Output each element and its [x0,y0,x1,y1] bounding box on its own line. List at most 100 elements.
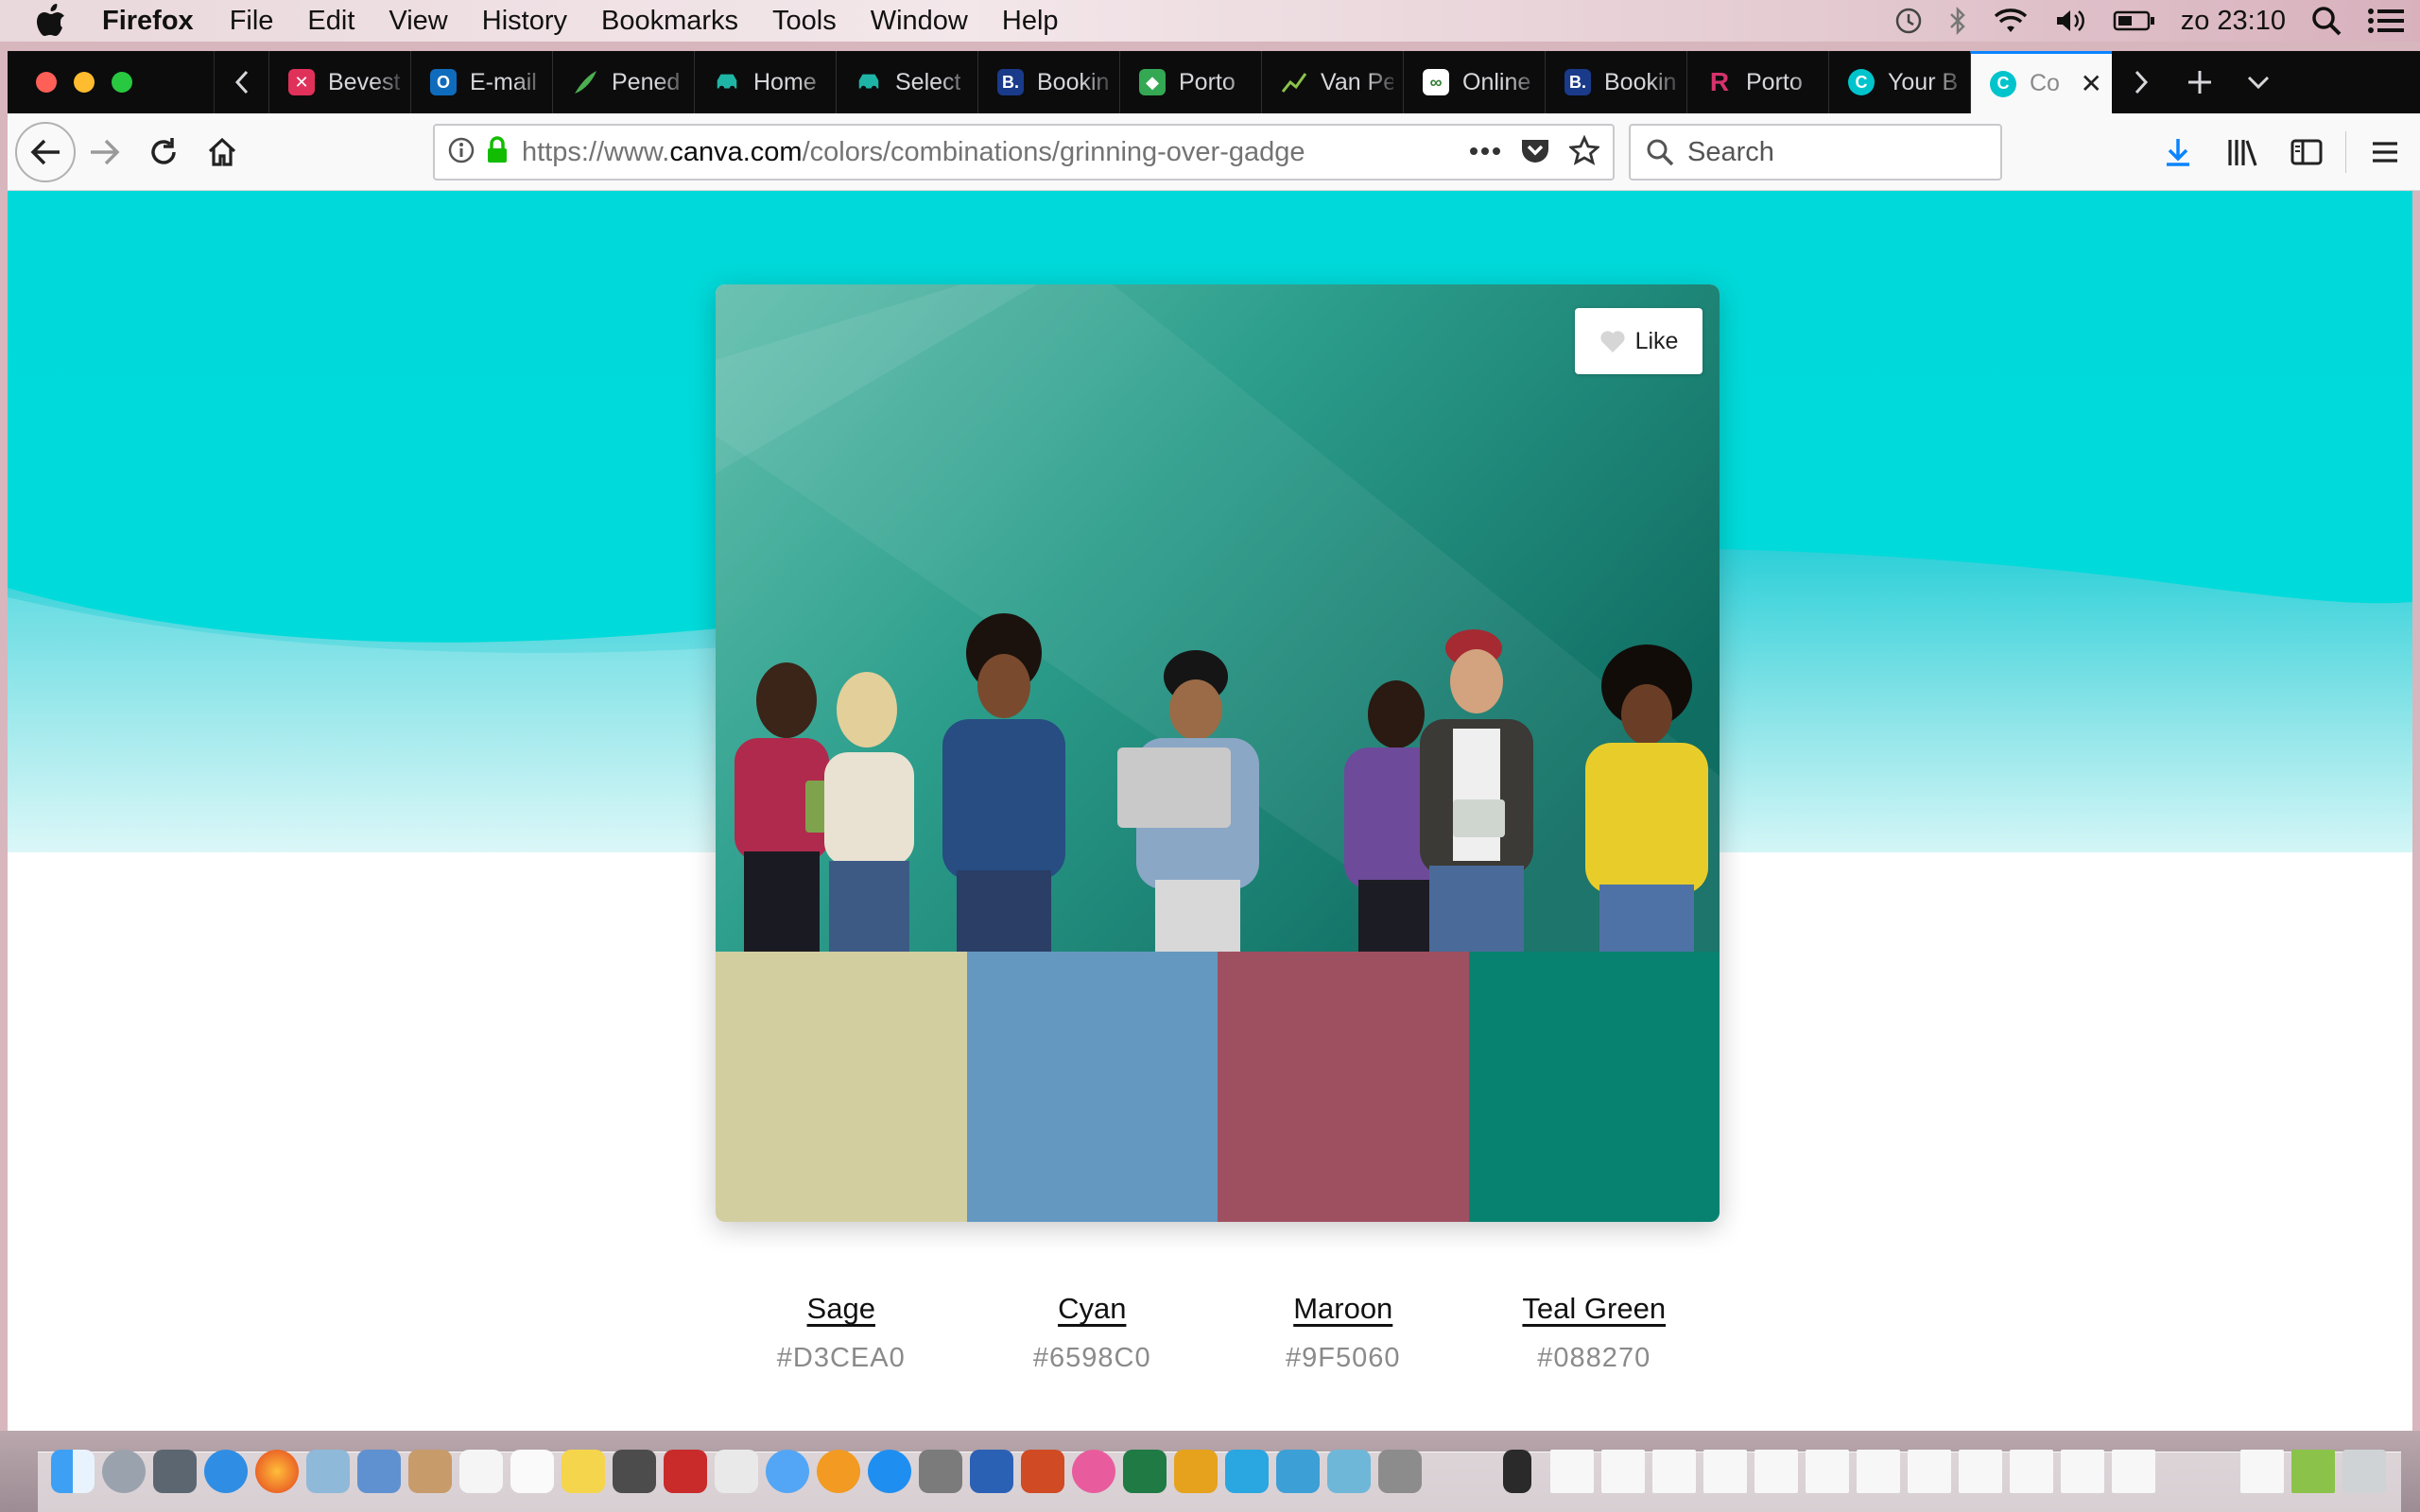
app-icon[interactable] [1378,1450,1422,1493]
tab-item[interactable]: ∞ Online [1403,51,1545,113]
menu-bookmarks[interactable]: Bookmarks [601,6,738,37]
document-thumbnail-icon[interactable] [1908,1450,1951,1493]
tab-item[interactable]: B. Bookin [1545,51,1686,113]
reload-button[interactable] [134,123,193,181]
notification-center-icon[interactable] [2367,6,2405,36]
forward-button[interactable] [76,123,134,181]
document-thumbnail-icon[interactable] [2010,1450,2053,1493]
document-thumbnail-icon[interactable] [1806,1450,1849,1493]
search-bar[interactable]: Search [1629,124,2002,180]
app-icon[interactable] [1327,1450,1371,1493]
document-thumbnail-icon[interactable] [1857,1450,1900,1493]
battery-icon[interactable] [2113,6,2156,36]
back-button[interactable] [15,121,76,182]
zoom-window-button[interactable] [112,72,132,93]
document-thumbnail-icon[interactable] [2291,1450,2335,1493]
tab-item[interactable]: O E-mail [410,51,552,113]
sidebar-toggle-button[interactable] [2277,123,2336,181]
pocket-icon[interactable] [1520,136,1550,169]
system-app-icon[interactable] [153,1450,197,1493]
home-button[interactable] [193,123,251,181]
minimize-window-button[interactable] [74,72,95,93]
color-name-link[interactable]: Cyan [967,1292,1219,1326]
skype-icon[interactable] [1225,1450,1269,1493]
swatch-cyan[interactable] [966,952,1218,1222]
photos-icon[interactable] [715,1450,758,1493]
url-text[interactable]: https://www.canva.com/colors/combination… [522,137,1420,168]
tab-item[interactable]: C Your B [1828,51,1970,113]
library-button[interactable] [2213,123,2272,181]
color-name-link[interactable]: Sage [716,1292,967,1326]
messages-icon[interactable] [766,1450,809,1493]
ibooks-icon[interactable] [817,1450,860,1493]
tab-item[interactable]: ✕ Bevest [268,51,410,113]
calendar-icon[interactable] [459,1450,503,1493]
url-bar[interactable]: https://www.canva.com/colors/combination… [433,124,1615,180]
color-name-link[interactable]: Teal Green [1469,1292,1720,1326]
list-all-tabs-button[interactable] [2229,51,2288,113]
app-name-menu[interactable]: Firefox [102,6,194,37]
preview-icon[interactable] [306,1450,350,1493]
menu-view[interactable]: View [389,6,447,37]
apple-menu-icon[interactable] [36,4,74,38]
photo-booth-icon[interactable] [664,1450,707,1493]
document-thumbnail-icon[interactable] [2240,1450,2284,1493]
tab-item[interactable]: R Porto [1686,51,1828,113]
secure-lock-icon[interactable] [486,135,509,169]
contacts-icon[interactable] [408,1450,452,1493]
launchpad-icon[interactable] [102,1450,146,1493]
document-thumbnail-icon[interactable] [2112,1450,2155,1493]
menu-tools[interactable]: Tools [772,6,837,37]
safari-icon[interactable] [204,1450,248,1493]
app-icon[interactable] [1276,1450,1320,1493]
facetime-icon[interactable] [613,1450,656,1493]
tab-item[interactable]: Van Pe [1261,51,1403,113]
site-info-icon[interactable] [448,137,475,168]
tab-item[interactable]: ◆ Porto [1119,51,1261,113]
menu-history[interactable]: History [482,6,567,37]
tab-item[interactable]: Home [694,51,836,113]
tab-item[interactable]: Select [836,51,977,113]
bookmark-star-icon[interactable] [1567,134,1601,170]
document-thumbnail-icon[interactable] [1703,1450,1747,1493]
document-thumbnail-icon[interactable] [1959,1450,2002,1493]
document-thumbnail-icon[interactable] [1503,1450,1531,1493]
excel-icon[interactable] [1123,1450,1167,1493]
powerpoint-icon[interactable] [1021,1450,1064,1493]
close-tab-icon[interactable]: ✕ [2081,68,2102,99]
open-menu-button[interactable] [2356,123,2414,181]
page-actions-icon[interactable] [1469,144,1501,161]
mail-icon[interactable] [357,1450,401,1493]
notes-icon[interactable] [562,1450,605,1493]
new-tab-button[interactable] [2170,51,2229,113]
bluetooth-icon[interactable] [1948,6,1967,36]
menu-window[interactable]: Window [871,6,968,37]
menubar-clock[interactable]: zo 23:10 [2181,6,2286,37]
close-window-button[interactable] [36,72,57,93]
finder-icon[interactable] [51,1450,95,1493]
trash-icon[interactable] [2342,1450,2386,1493]
time-machine-icon[interactable] [1893,6,1924,36]
itunes-icon[interactable] [1072,1450,1115,1493]
wifi-icon[interactable] [1992,6,2030,36]
document-thumbnail-icon[interactable] [1754,1450,1798,1493]
app-store-icon[interactable] [868,1450,911,1493]
tab-item[interactable]: B. Bookin [977,51,1119,113]
like-button[interactable]: Like [1575,308,1703,374]
firefox-icon[interactable] [255,1450,299,1493]
spotlight-icon[interactable] [2310,5,2342,37]
scroll-tabs-left-button[interactable] [214,51,268,113]
word-icon[interactable] [970,1450,1013,1493]
scroll-tabs-right-button[interactable] [2112,51,2170,113]
menu-edit[interactable]: Edit [307,6,354,37]
swatch-maroon[interactable] [1218,952,1469,1222]
tab-item-active[interactable]: C Co ✕ [1970,51,2112,113]
document-thumbnail-icon[interactable] [1601,1450,1645,1493]
swatch-teal-green[interactable] [1468,952,1720,1222]
menu-help[interactable]: Help [1002,6,1059,37]
outlook-icon[interactable] [1174,1450,1218,1493]
downloads-button[interactable] [2149,123,2207,181]
system-preferences-icon[interactable] [919,1450,962,1493]
tab-item[interactable]: Pened [552,51,694,113]
reminders-icon[interactable] [510,1450,554,1493]
